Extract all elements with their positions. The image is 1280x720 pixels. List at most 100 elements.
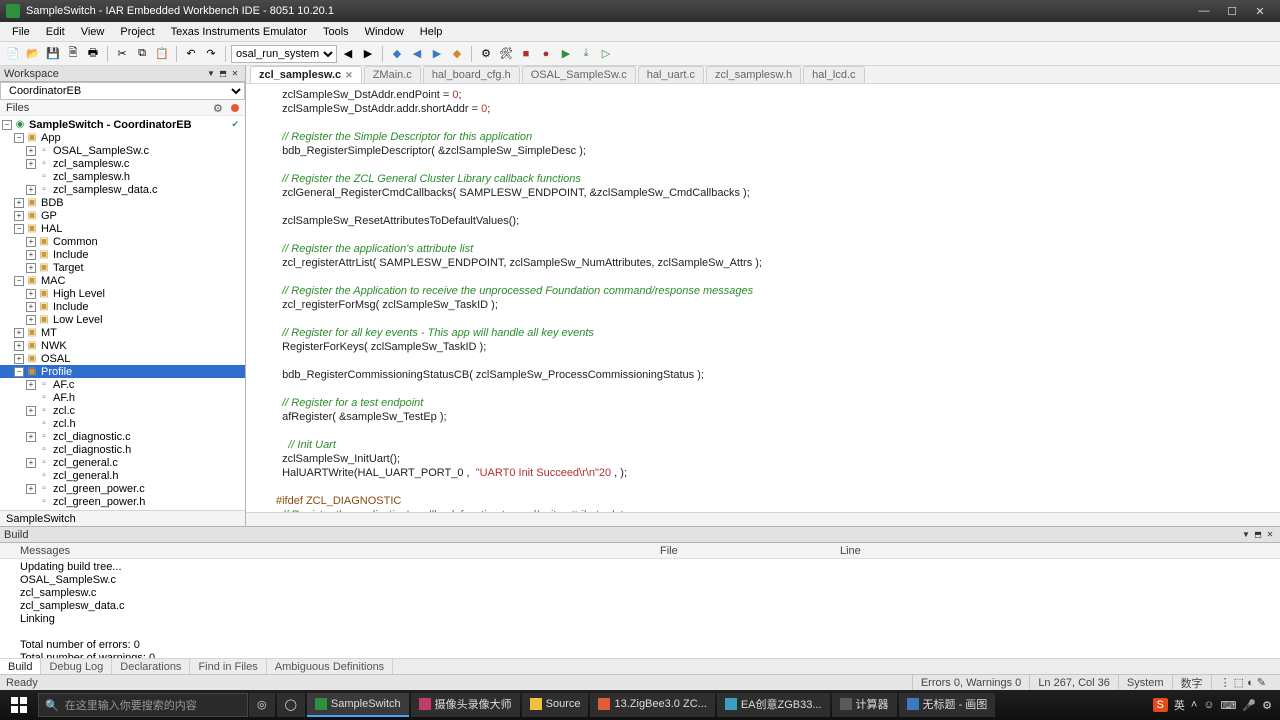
print-button[interactable]: 🖶 <box>84 45 102 63</box>
panel-pin-button[interactable]: ⬒ <box>1252 529 1264 541</box>
menu-edit[interactable]: Edit <box>38 24 73 40</box>
close-button[interactable]: ✕ <box>1246 2 1274 20</box>
expander-icon[interactable]: + <box>26 159 36 169</box>
editor-tab[interactable]: hal_board_cfg.h <box>423 66 520 83</box>
taskbar-item[interactable]: 13.ZigBee3.0 ZC... <box>590 693 714 717</box>
panel-close-button[interactable]: ✕ <box>1264 529 1276 541</box>
bookmark-next-button[interactable]: ▶ <box>428 45 446 63</box>
expander-icon[interactable]: + <box>26 146 36 156</box>
expander-icon[interactable]: + <box>26 406 36 416</box>
tray-more-icon[interactable]: ˄ <box>1191 699 1197 711</box>
expander-icon[interactable]: + <box>26 185 36 195</box>
menu-project[interactable]: Project <box>112 24 162 40</box>
config-select[interactable]: osal_run_system <box>231 45 337 63</box>
tray-emoji-icon[interactable]: ☺ <box>1203 699 1214 711</box>
tree-item[interactable]: +▫zcl_diagnostic.c <box>0 430 245 443</box>
minimize-button[interactable]: — <box>1190 2 1218 20</box>
menu-view[interactable]: View <box>73 24 113 40</box>
tree-item[interactable]: +▣Include <box>0 300 245 313</box>
menu-texas-instruments-emulator[interactable]: Texas Instruments Emulator <box>163 24 315 40</box>
nav-fwd-button[interactable]: ▶ <box>359 45 377 63</box>
taskbar-search[interactable]: 🔍 在这里输入你要搜索的内容 <box>38 693 248 717</box>
tree-item[interactable]: +▫zcl_samplesw.c <box>0 157 245 170</box>
code-editor[interactable]: zclSampleSw_DstAddr.endPoint = 0; zclSam… <box>246 84 1280 512</box>
editor-tab[interactable]: zcl_samplesw.h <box>706 66 801 83</box>
undo-button[interactable]: ↶ <box>182 45 200 63</box>
compile-button[interactable]: ⚙ <box>477 45 495 63</box>
expander-icon[interactable]: + <box>26 302 36 312</box>
gear-icon[interactable]: ⚙ <box>213 102 225 114</box>
tree-item[interactable]: ▫zcl_samplesw.h <box>0 170 245 183</box>
debug-button[interactable]: ▶ <box>557 45 575 63</box>
panel-pin-button[interactable]: ⬒ <box>217 68 229 80</box>
panel-dropdown-button[interactable]: ▼ <box>1240 529 1252 541</box>
tree-item[interactable]: +▣High Level <box>0 287 245 300</box>
ime-badge[interactable]: S <box>1153 698 1168 712</box>
start-button[interactable] <box>0 690 38 720</box>
tree-project-root[interactable]: − ◉ SampleSwitch - CoordinatorEB ✔ <box>0 118 245 131</box>
expander-icon[interactable]: + <box>14 328 24 338</box>
cortana-button[interactable]: ◯ <box>277 693 305 717</box>
cut-button[interactable]: ✂ <box>113 45 131 63</box>
workspace-config-select[interactable]: CoordinatorEB <box>0 82 245 100</box>
bookmark-toggle-button[interactable]: ◆ <box>388 45 406 63</box>
make-button[interactable]: 🛠 <box>497 45 515 63</box>
build-messages[interactable]: Updating build tree...OSAL_SampleSw.czcl… <box>0 559 1280 658</box>
expander-icon[interactable]: + <box>26 484 36 494</box>
tree-item[interactable]: −▣MAC <box>0 274 245 287</box>
tree-item[interactable]: +▣Target <box>0 261 245 274</box>
tree-item[interactable]: +▣MT <box>0 326 245 339</box>
tree-item[interactable]: +▫zcl_samplesw_data.c <box>0 183 245 196</box>
taskbar-item[interactable]: EA创意ZGB33... <box>717 693 830 717</box>
build-tab[interactable]: Declarations <box>112 659 190 674</box>
tree-item[interactable]: −▣HAL <box>0 222 245 235</box>
new-file-button[interactable]: 📄 <box>4 45 22 63</box>
menu-help[interactable]: Help <box>412 24 451 40</box>
tree-item[interactable]: −▣Profile <box>0 365 245 378</box>
expander-icon[interactable]: + <box>26 458 36 468</box>
tree-item[interactable]: ▫zcl_green_power.h <box>0 495 245 508</box>
panel-dropdown-button[interactable]: ▼ <box>205 68 217 80</box>
editor-tab[interactable]: hal_lcd.c <box>803 66 864 83</box>
save-button[interactable]: 💾 <box>44 45 62 63</box>
expander-icon[interactable]: + <box>14 341 24 351</box>
expander-icon[interactable]: + <box>26 432 36 442</box>
menu-file[interactable]: File <box>4 24 38 40</box>
tree-item[interactable]: +▣Low Level <box>0 313 245 326</box>
editor-h-scrollbar[interactable] <box>246 512 1280 526</box>
open-button[interactable]: 📂 <box>24 45 42 63</box>
build-tab[interactable]: Find in Files <box>190 659 266 674</box>
tab-close-icon[interactable]: ✕ <box>345 70 353 81</box>
stop-build-button[interactable]: ■ <box>517 45 535 63</box>
bookmark-clear-button[interactable]: ◆ <box>448 45 466 63</box>
redo-button[interactable]: ↷ <box>202 45 220 63</box>
expander-icon[interactable]: + <box>26 237 36 247</box>
system-tray[interactable]: S 英 ˄ ☺ ⌨ 🎤 ⚙ <box>1145 697 1280 713</box>
menu-tools[interactable]: Tools <box>315 24 357 40</box>
expander-icon[interactable]: + <box>26 315 36 325</box>
tree-item[interactable]: +▣GP <box>0 209 245 222</box>
paste-button[interactable]: 📋 <box>153 45 171 63</box>
build-tab[interactable]: Debug Log <box>41 659 112 674</box>
expander-icon[interactable]: + <box>14 198 24 208</box>
toggle-breakpoint-button[interactable]: ● <box>537 45 555 63</box>
tree-item[interactable]: +▣OSAL <box>0 352 245 365</box>
save-all-button[interactable]: 🗎 <box>64 45 82 63</box>
maximize-button[interactable]: ☐ <box>1218 2 1246 20</box>
taskbar-item[interactable]: 计算器 <box>832 693 897 717</box>
tree-item[interactable]: +▫zcl.c <box>0 404 245 417</box>
tree-item[interactable]: +▫AF.c <box>0 378 245 391</box>
expander-icon[interactable]: + <box>26 380 36 390</box>
copy-button[interactable]: ⧉ <box>133 45 151 63</box>
tree-item[interactable]: +▣BDB <box>0 196 245 209</box>
taskbar-item[interactable]: Source <box>522 693 589 717</box>
expander-icon[interactable]: + <box>26 289 36 299</box>
expander-icon[interactable]: − <box>14 133 24 143</box>
expander-icon[interactable]: + <box>26 263 36 273</box>
expander-icon[interactable]: + <box>14 211 24 221</box>
expander-icon[interactable]: − <box>14 276 24 286</box>
tree-item[interactable]: +▣Include <box>0 248 245 261</box>
tree-item[interactable]: +▣NWK <box>0 339 245 352</box>
taskbar-item[interactable]: SampleSwitch <box>307 693 409 717</box>
expander-icon[interactable]: − <box>14 224 24 234</box>
